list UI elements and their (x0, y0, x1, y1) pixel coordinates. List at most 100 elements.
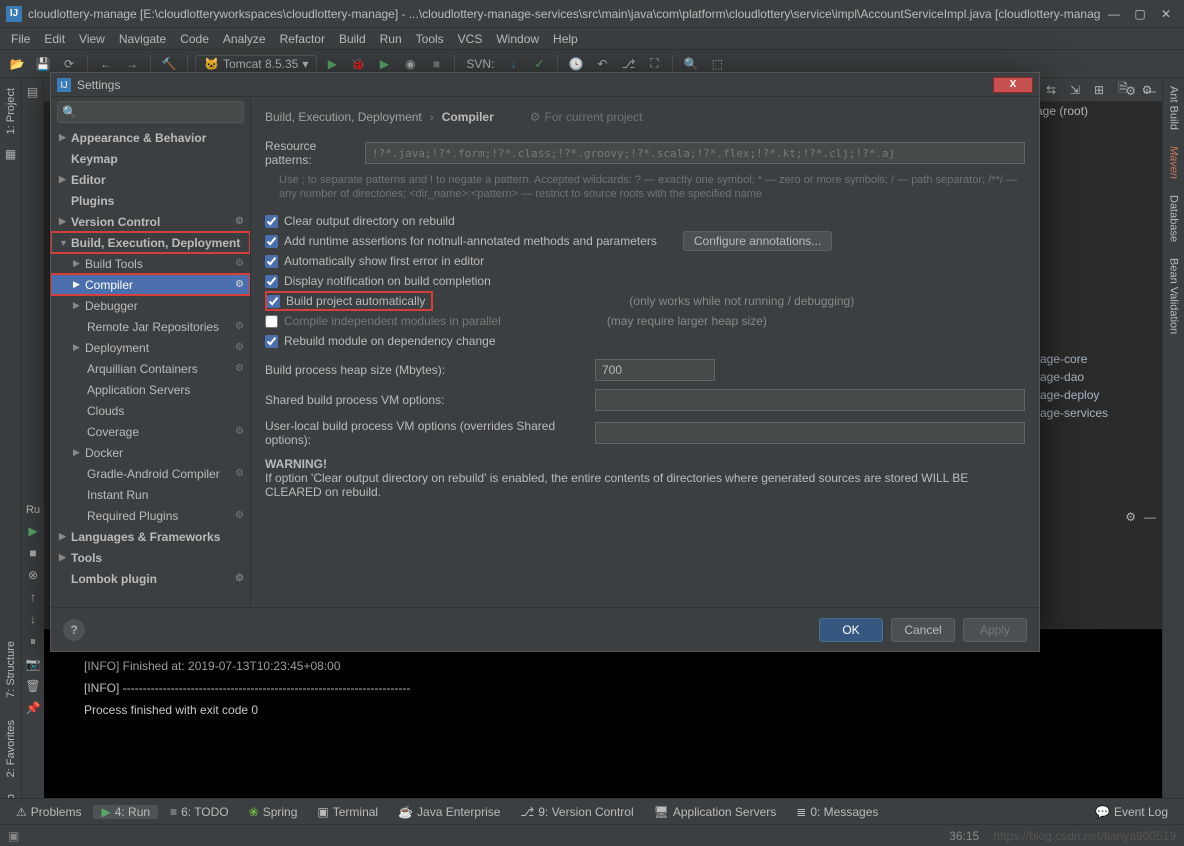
java-ee-tab[interactable]: ☕Java Enterprise (390, 805, 508, 819)
run-config-selector[interactable]: 🐱 Tomcat 8.5.35 ▾ (195, 55, 317, 73)
tree-arquillian[interactable]: Arquillian Containers⚙ (51, 358, 250, 379)
up-stack-icon[interactable]: ↑ (30, 590, 36, 604)
gear-icon[interactable]: ⚙ (1125, 510, 1136, 524)
camera-icon[interactable]: 📷 (26, 657, 41, 671)
maven-module-item[interactable]: age-core (1040, 350, 1160, 368)
hide-icon[interactable]: — (1144, 84, 1156, 98)
vcs-tab[interactable]: ⎇9: Version Control (512, 805, 641, 819)
tree-debugger[interactable]: ▶Debugger (51, 295, 250, 316)
down-stack-icon[interactable]: ↓ (30, 612, 36, 626)
tree-instant-run[interactable]: Instant Run (51, 484, 250, 505)
menu-edit[interactable]: Edit (37, 32, 72, 46)
configure-annotations-button[interactable]: Configure annotations... (683, 231, 832, 251)
chk-auto-show-error[interactable]: Automatically show first error in editor (265, 254, 484, 268)
menu-run[interactable]: Run (373, 32, 409, 46)
tree-coverage[interactable]: Coverage⚙ (51, 421, 250, 442)
crumb-build[interactable]: Build, Execution, Deployment (265, 110, 422, 124)
heap-size-input[interactable] (595, 359, 715, 381)
settings-search-input[interactable]: 🔍 (57, 101, 244, 123)
stop-run-icon[interactable]: ■ (29, 546, 36, 560)
spring-tab[interactable]: ❀Spring (241, 805, 306, 819)
tree-languages[interactable]: ▶Languages & Frameworks (51, 526, 250, 547)
menu-view[interactable]: View (72, 32, 112, 46)
minimize-button[interactable]: — (1102, 5, 1126, 23)
open-icon[interactable]: 📂 (6, 53, 28, 75)
hide-icon[interactable]: — (1144, 510, 1156, 524)
tree-build[interactable]: ▼Build, Execution, Deployment (51, 232, 250, 253)
menu-help[interactable]: Help (546, 32, 585, 46)
structure-tool-tab[interactable]: 7: Structure (3, 633, 19, 706)
chk-compile-parallel[interactable]: Compile independent modules in parallel (265, 314, 501, 328)
menu-analyze[interactable]: Analyze (216, 32, 273, 46)
chk-runtime-assertions[interactable]: Add runtime assertions for notnull-annot… (265, 234, 657, 248)
terminal-tab[interactable]: ▣Terminal (309, 805, 386, 819)
event-log-tab[interactable]: 💬Event Log (1087, 805, 1176, 819)
user-vm-input[interactable] (595, 422, 1025, 444)
maven-root-item[interactable]: age (root) (1036, 102, 1160, 120)
pin-tab-icon[interactable]: 📌 (26, 701, 41, 715)
chk-display-notif[interactable]: Display notification on build completion (265, 274, 491, 288)
tree-lombok[interactable]: Lombok plugin⚙ (51, 568, 250, 589)
chk-clear-output[interactable]: Clear output directory on rebuild (265, 214, 455, 228)
console-output[interactable]: [INFO] Total time: 0.864 s [INFO] Finish… (44, 628, 1162, 798)
tree-clouds[interactable]: Clouds (51, 400, 250, 421)
tree-gradle-android[interactable]: Gradle-Android Compiler⚙ (51, 463, 250, 484)
ok-button[interactable]: OK (819, 618, 883, 642)
maximize-button[interactable]: ▢ (1128, 5, 1152, 23)
tree-remote-jar[interactable]: Remote Jar Repositories⚙ (51, 316, 250, 337)
toggle-offline-icon[interactable]: ⇆ (1042, 83, 1060, 97)
maven-module-item[interactable]: age-deploy (1040, 386, 1160, 404)
cancel-button[interactable]: Cancel (891, 618, 955, 642)
ant-build-tab[interactable]: Ant Build (1166, 78, 1182, 138)
favorites-tool-tab[interactable]: 2: Favorites (3, 712, 19, 785)
rerun-icon[interactable]: ▶ (28, 524, 37, 538)
tree-vcs[interactable]: ▶Version Control⚙ (51, 211, 250, 232)
tree-editor[interactable]: ▶Editor (51, 169, 250, 190)
close-window-button[interactable]: ✕ (1154, 5, 1178, 23)
tree-required-plugins[interactable]: Required Plugins⚙ (51, 505, 250, 526)
project-tool-tab[interactable]: 1: Project (3, 80, 19, 142)
tree-app-servers[interactable]: Application Servers (51, 379, 250, 400)
pause-icon[interactable]: ⏸ (30, 634, 36, 649)
tree-appearance[interactable]: ▶Appearance & Behavior (51, 127, 250, 148)
menu-tools[interactable]: Tools (409, 32, 451, 46)
collapse-icon[interactable]: ▤ (25, 84, 41, 100)
maven-module-item[interactable]: age-dao (1040, 368, 1160, 386)
menu-build[interactable]: Build (332, 32, 373, 46)
menu-file[interactable]: File (4, 32, 37, 46)
tree-plugins[interactable]: Plugins (51, 190, 250, 211)
chk-rebuild-dep[interactable]: Rebuild module on dependency change (265, 334, 496, 348)
trash-icon[interactable]: 🗑 (25, 679, 40, 693)
dialog-close-button[interactable]: X (993, 77, 1033, 93)
app-servers-tab[interactable]: 🖥Application Servers (646, 805, 785, 819)
bean-validation-tab[interactable]: Bean Validation (1166, 250, 1182, 342)
tree-deployment[interactable]: ▶Deployment⚙ (51, 337, 250, 358)
database-tab[interactable]: Database (1166, 187, 1182, 250)
tree-docker[interactable]: ▶Docker (51, 442, 250, 463)
menu-navigate[interactable]: Navigate (112, 32, 173, 46)
tree-build-tools[interactable]: ▶Build Tools⚙ (51, 253, 250, 274)
shared-vm-input[interactable] (595, 389, 1025, 411)
run-tab[interactable]: ▶4: Run (93, 805, 158, 819)
pin-icon[interactable]: ⊗ (28, 568, 38, 582)
resource-patterns-input[interactable] (365, 142, 1025, 164)
collapse-all-icon[interactable]: ⇲ (1066, 83, 1084, 97)
chk-build-auto[interactable]: Build project automatically (267, 294, 425, 308)
problems-tab[interactable]: ⚠Problems (8, 805, 89, 819)
maven-tab[interactable]: Maven (1166, 138, 1182, 187)
help-button[interactable]: ? (63, 619, 85, 641)
expand-all-icon[interactable]: ⊞ (1090, 83, 1108, 97)
tree-keymap[interactable]: Keymap (51, 148, 250, 169)
tree-tools[interactable]: ▶Tools (51, 547, 250, 568)
project-icon[interactable]: ▦ (3, 146, 19, 162)
menu-refactor[interactable]: Refactor (273, 32, 332, 46)
messages-tab[interactable]: ≣0: Messages (788, 805, 886, 819)
status-icon[interactable]: ▣ (8, 829, 19, 843)
menu-vcs[interactable]: VCS (451, 32, 490, 46)
todo-tab[interactable]: ≡6: TODO (162, 805, 237, 819)
gear-icon[interactable]: ⚙ (1125, 84, 1136, 98)
apply-button[interactable]: Apply (963, 618, 1027, 642)
menu-window[interactable]: Window (489, 32, 546, 46)
maven-module-item[interactable]: age-services (1040, 404, 1160, 422)
tree-compiler[interactable]: ▶Compiler⚙ (51, 274, 250, 295)
